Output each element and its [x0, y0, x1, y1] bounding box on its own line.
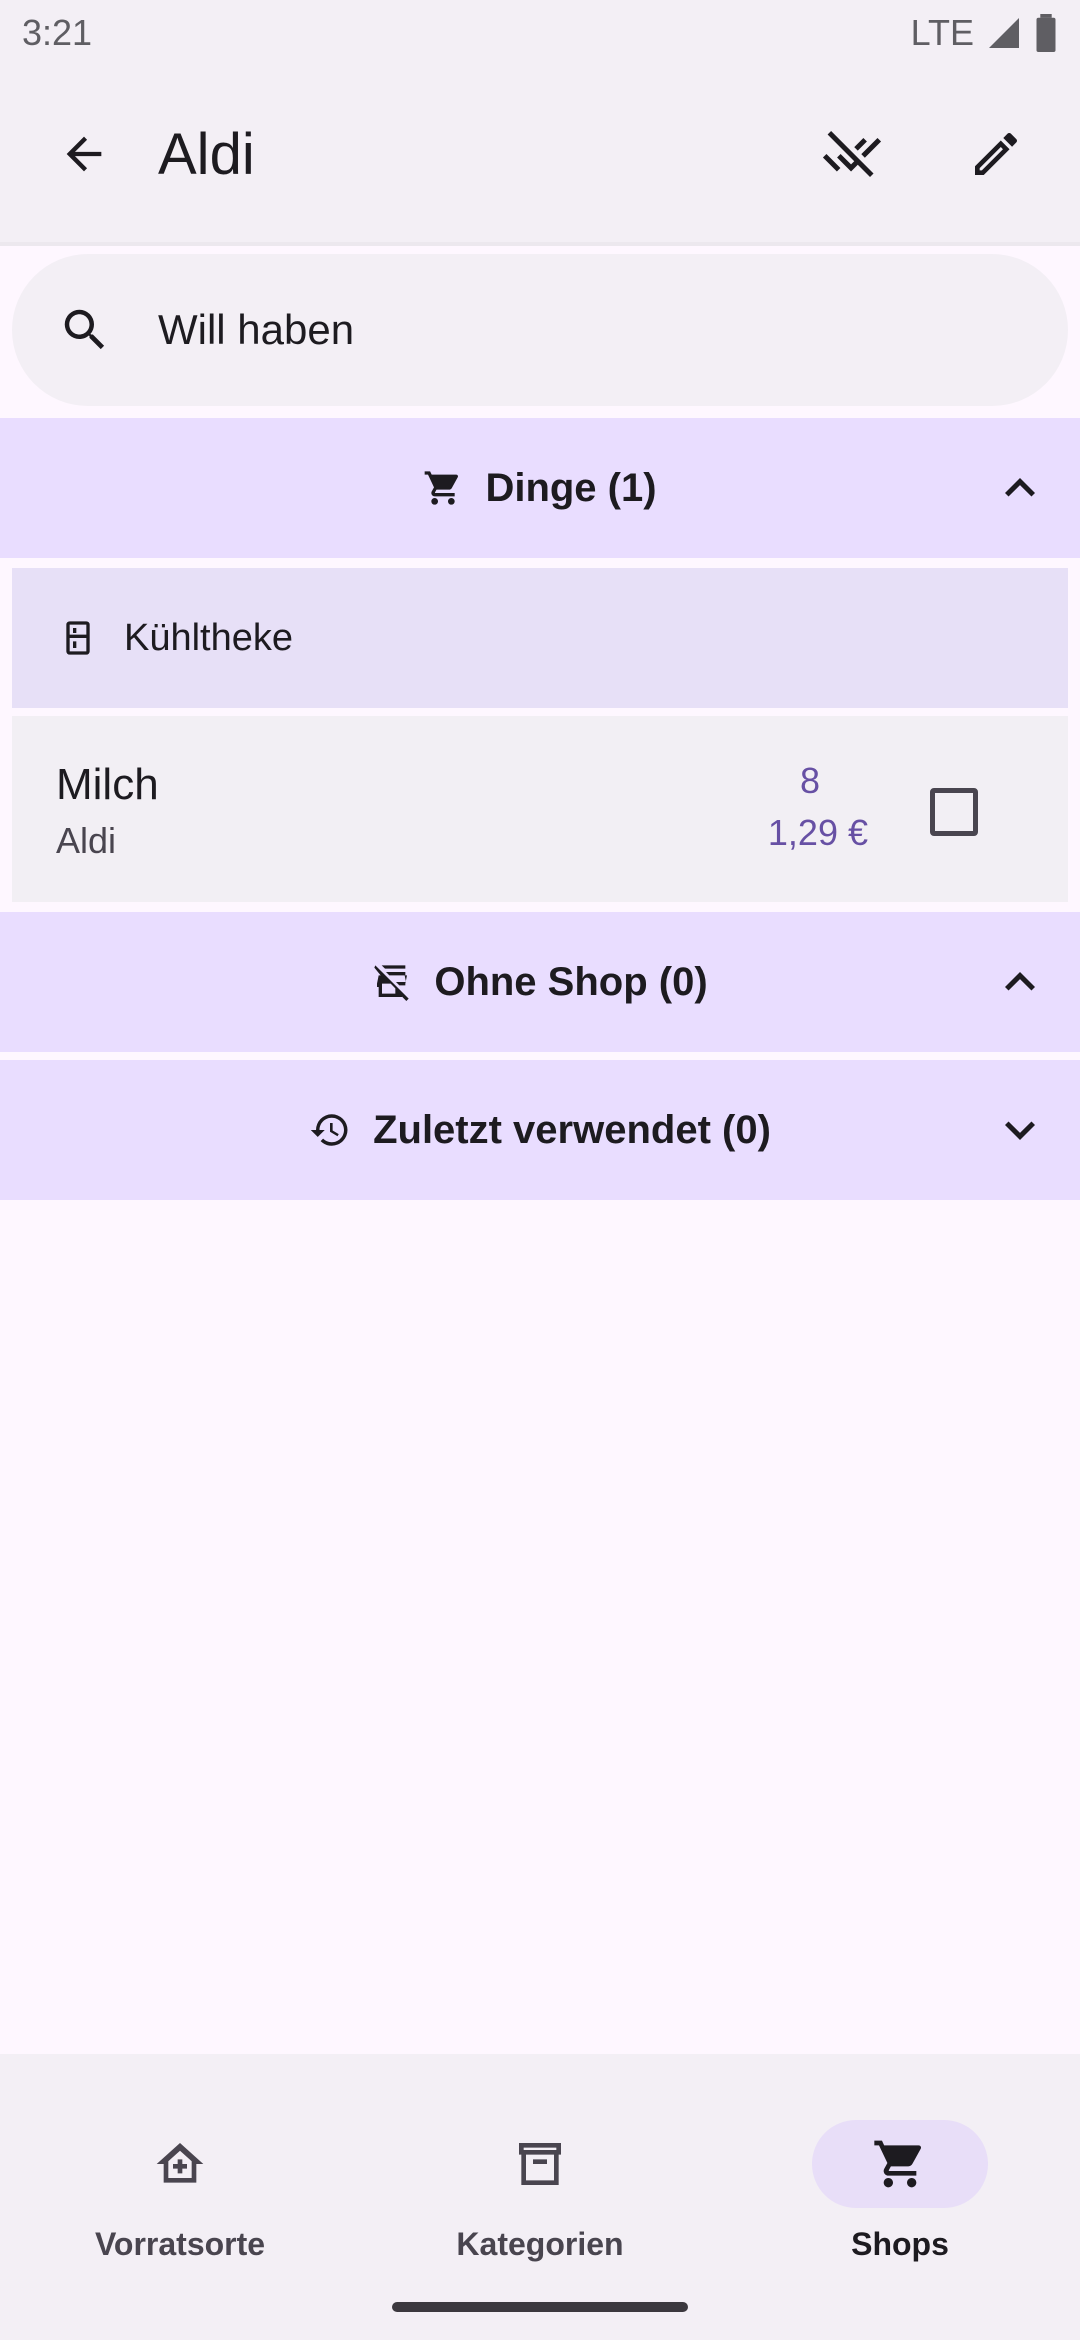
item-shop: Aldi [56, 820, 117, 861]
bottom-navigation: Vorratsorte Kategorien Shops [0, 2054, 1080, 2340]
nav-item-vorratsorte[interactable]: Vorratsorte [0, 2086, 360, 2266]
search-bar[interactable]: Will haben [12, 254, 1068, 406]
app-bar-divider [0, 242, 1080, 246]
item-quantity: 8 [799, 760, 820, 801]
remove-done-icon [822, 131, 882, 177]
arrow-back-icon [66, 136, 102, 172]
shopping-cart-icon [425, 471, 459, 505]
edit-pencil-icon [975, 132, 1018, 175]
chevron-up-icon[interactable] [990, 952, 1050, 1012]
section-title-ohne-shop: Ohne Shop (0) [434, 959, 708, 1004]
chevron-down-icon[interactable] [990, 1100, 1050, 1160]
section-header-ohne-shop[interactable]: Ohne Shop (0) [0, 912, 1080, 1052]
section-header-dinge[interactable]: Dinge (1) [0, 418, 1080, 558]
hide-checked-button[interactable] [792, 94, 912, 214]
history-icon [310, 1114, 348, 1146]
fridge-icon [66, 621, 90, 655]
chevron-up-icon[interactable] [990, 458, 1050, 518]
nav-label-vorratsorte: Vorratsorte [94, 2226, 266, 2262]
status-indicators: LTE [911, 12, 1058, 54]
nav-active-indicator [812, 2120, 988, 2208]
section-header-zuletzt-verwendet[interactable]: Zuletzt verwendet (0) [0, 1060, 1080, 1200]
store-off-icon [374, 965, 409, 1001]
search-icon [64, 309, 105, 350]
section-title-zuletzt-verwendet: Zuletzt verwendet (0) [373, 1107, 771, 1152]
nav-label-shops: Shops [851, 2226, 949, 2262]
page-title: Aldi [158, 121, 255, 187]
network-type: LTE [910, 12, 974, 53]
storage-location-label: Kühltheke [124, 616, 294, 659]
nav-item-kategorien[interactable]: Kategorien [360, 2086, 720, 2266]
section-title-dinge: Dinge (1) [485, 465, 657, 510]
search-input[interactable]: Will haben [158, 306, 354, 354]
edit-button[interactable] [936, 94, 1056, 214]
item-checkbox[interactable] [930, 788, 978, 836]
archive-box-icon [519, 2143, 561, 2185]
item-name: Milch [56, 760, 159, 809]
storage-location-header: Kühltheke [12, 568, 1068, 708]
home-indicator[interactable] [392, 2302, 688, 2312]
nav-item-shops[interactable]: Shops [720, 2086, 1080, 2266]
battery-icon [1036, 14, 1056, 52]
nav-label-kategorien: Kategorien [456, 2226, 624, 2262]
item-price: 1,29 € [767, 812, 868, 853]
status-bar: 3:21 LTE [0, 0, 1080, 66]
back-button[interactable] [24, 94, 144, 214]
status-time: 3:21 [22, 12, 93, 53]
signal-icon [989, 18, 1019, 48]
shopping-cart-icon [874, 2140, 922, 2188]
top-app-bar: Aldi [0, 66, 1080, 242]
storage-home-icon [156, 2143, 204, 2183]
list-item[interactable]: Milch Aldi 8 1,29 € [12, 716, 1068, 902]
